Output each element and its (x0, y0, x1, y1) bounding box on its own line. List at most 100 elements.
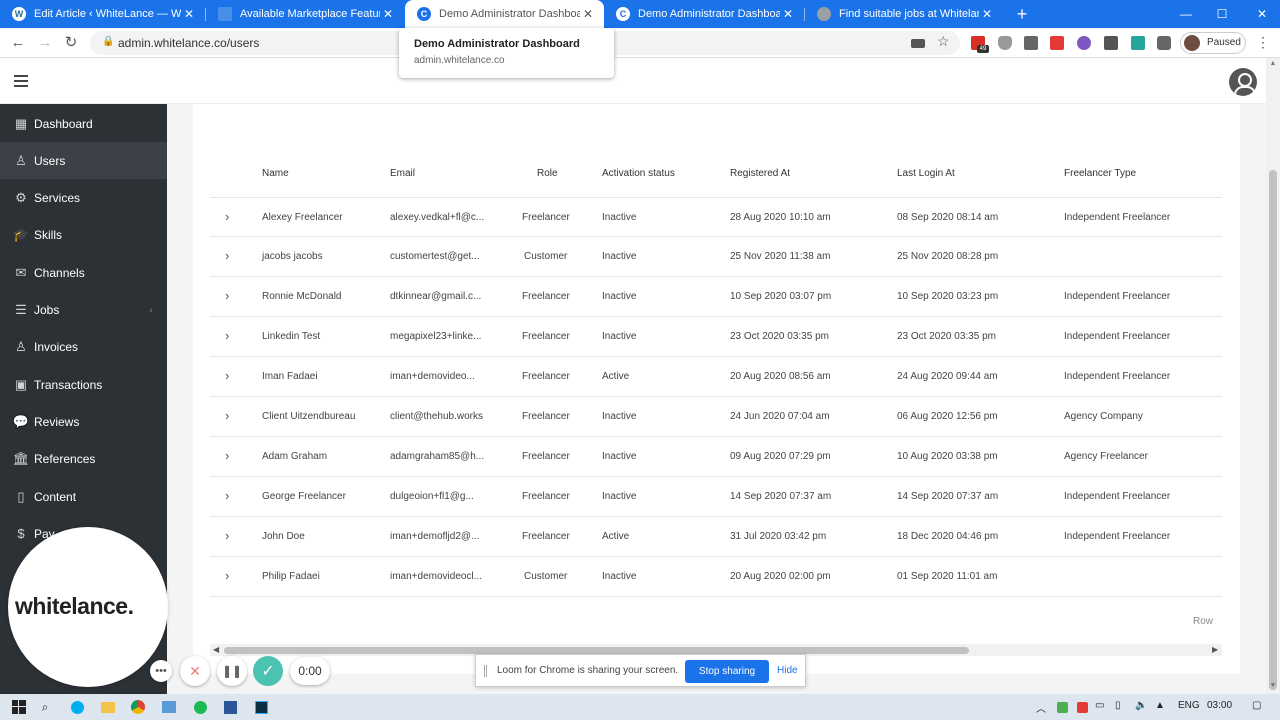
chevron-right-icon[interactable]: › (225, 209, 229, 224)
table-row[interactable]: › jacobs jacobs customertest@get... Custome… (210, 237, 1222, 277)
word-icon[interactable] (222, 699, 238, 715)
column-header-name[interactable]: Name (262, 168, 289, 179)
browser-tab[interactable]: C Demo Administrator Dashboard ✕ (604, 0, 804, 28)
column-header-freelancer-type[interactable]: Freelancer Type (1064, 168, 1136, 179)
table-row[interactable]: › Adam Graham adamgraham85@h... Freelancer I… (210, 437, 1222, 477)
drag-handle-icon[interactable] (484, 665, 487, 677)
maximize-icon[interactable]: ☐ (1204, 0, 1240, 28)
close-icon[interactable]: ✕ (580, 7, 596, 21)
language-indicator[interactable]: ENG (1178, 700, 1200, 711)
screenshot-icon[interactable] (1024, 36, 1038, 50)
scroll-up-icon[interactable]: ▲ (1269, 60, 1277, 67)
color-picker-icon[interactable] (1077, 36, 1091, 50)
extension-icon[interactable] (1104, 36, 1118, 50)
chevron-left-icon[interactable]: ‹ (150, 305, 153, 316)
finish-recording-button[interactable]: ✓ (253, 656, 283, 686)
reload-icon[interactable]: ↻ (62, 34, 80, 52)
sidebar-item-jobs[interactable]: ☰ Jobs ‹ (0, 292, 167, 329)
scrollbar-thumb[interactable] (1269, 170, 1277, 690)
browser-tab-active[interactable]: C Demo Administrator Dashboard ✕ (405, 0, 604, 28)
shield-icon[interactable] (998, 36, 1012, 50)
table-row[interactable]: › George Freelancer dulgeoion+fl1@g... Free… (210, 477, 1222, 517)
app-icon[interactable] (161, 699, 177, 715)
spotify-icon[interactable] (192, 699, 208, 715)
scroll-right-icon[interactable]: ▶ (1212, 645, 1218, 654)
browser-menu-icon[interactable]: ⋮ (1256, 34, 1270, 51)
close-icon[interactable]: ✕ (181, 7, 197, 21)
notifications-icon[interactable]: ▢ (1252, 700, 1261, 711)
more-options-icon[interactable]: ••• (150, 660, 172, 682)
camera-icon[interactable] (911, 39, 925, 48)
chevron-right-icon[interactable]: › (225, 488, 229, 503)
pause-recording-button[interactable]: ❚❚ (217, 656, 247, 686)
battery-icon[interactable]: ▯ (1115, 700, 1121, 711)
scrollbar-thumb[interactable] (224, 647, 969, 654)
chevron-right-icon[interactable]: › (225, 368, 229, 383)
new-tab-button[interactable]: + (1012, 4, 1032, 24)
loom-camera-bubble[interactable]: whitelance. (8, 527, 168, 687)
cancel-recording-button[interactable]: ✕ (180, 656, 210, 686)
profile-button[interactable]: Paused (1180, 32, 1246, 54)
sidebar-item-invoices[interactable]: ♙ Invoices (0, 329, 167, 366)
user-avatar-icon[interactable] (1229, 68, 1257, 96)
window-close-icon[interactable]: ✕ (1244, 0, 1280, 28)
chevron-right-icon[interactable]: › (225, 248, 229, 263)
hamburger-menu-icon[interactable] (14, 75, 28, 87)
column-header-role[interactable]: Role (537, 168, 558, 179)
clock[interactable]: 03:00 (1207, 700, 1232, 711)
table-row[interactable]: › Iman Fadaei iman+demovideo... Freelancer A… (210, 357, 1222, 397)
chevron-right-icon[interactable]: › (225, 448, 229, 463)
chevron-right-icon[interactable]: › (225, 408, 229, 423)
pdf-icon[interactable] (1050, 36, 1064, 50)
sidebar-item-transactions[interactable]: ▣ Transactions (0, 366, 167, 403)
browser-tab[interactable]: W Edit Article ‹ WhiteLance — Wor ✕ (0, 0, 205, 28)
sidebar-item-skills[interactable]: 🎓 Skills (0, 217, 167, 254)
tray-chevron-icon[interactable]: ︿ (1036, 700, 1046, 715)
search-icon[interactable]: ⌕ (37, 699, 53, 715)
star-icon[interactable]: ☆ (937, 33, 951, 49)
table-row[interactable]: › Client Uitzendbureau client@thehub.works… (210, 397, 1222, 437)
photoshop-icon[interactable] (253, 699, 269, 715)
url-text[interactable]: admin.whitelance.co/users (118, 36, 259, 50)
close-icon[interactable]: ✕ (380, 7, 396, 21)
column-header-email[interactable]: Email (390, 168, 415, 179)
sidebar-item-dashboard[interactable]: ▦ Dashboard (0, 105, 167, 142)
close-icon[interactable]: ✕ (780, 7, 796, 21)
table-row[interactable]: › John Doe iman+demofljd2@... Freelancer Act… (210, 517, 1222, 557)
back-icon[interactable]: ← (9, 34, 27, 52)
chevron-right-icon[interactable]: › (225, 568, 229, 583)
table-row[interactable]: › Philip Fadaei iman+demovideocl... Custome… (210, 557, 1222, 597)
file-explorer-icon[interactable] (100, 699, 116, 715)
extension-icon[interactable] (1131, 36, 1145, 50)
column-header-registered-at[interactable]: Registered At (730, 168, 790, 179)
sidebar-item-channels[interactable]: ✉ Channels (0, 254, 167, 291)
scroll-left-icon[interactable]: ◀ (213, 645, 219, 654)
sidebar-item-services[interactable]: ⚙ Services (0, 180, 167, 217)
forward-icon[interactable]: → (36, 34, 54, 52)
puzzle-icon[interactable] (1157, 36, 1171, 50)
scroll-down-icon[interactable]: ▼ (1269, 682, 1277, 689)
close-icon[interactable]: ✕ (979, 7, 995, 21)
browser-tab[interactable]: Find suitable jobs at Whitelance. ✕ (805, 0, 1003, 28)
windows-start-icon[interactable] (11, 699, 27, 715)
column-header-activation-status[interactable]: Activation status (602, 168, 675, 179)
chevron-right-icon[interactable]: › (225, 528, 229, 543)
hide-button[interactable]: Hide (777, 665, 798, 676)
tray-app-icon[interactable]: ▲ (1155, 700, 1165, 711)
minimize-icon[interactable]: — (1168, 0, 1204, 28)
sidebar-item-references[interactable]: 🏛 References (0, 441, 167, 478)
table-row[interactable]: › Alexey Freelancer alexey.vedkal+fl@c... F… (210, 197, 1222, 237)
tray-app-icon[interactable] (1074, 699, 1090, 715)
network-icon[interactable]: ▭ (1095, 700, 1104, 711)
chevron-right-icon[interactable]: › (225, 288, 229, 303)
sidebar-item-users[interactable]: ♙ Users (0, 142, 167, 180)
table-row[interactable]: › Linkedin Test megapixel23+linke... Freela… (210, 317, 1222, 357)
table-row[interactable]: › Ronnie McDonald dtkinnear@gmail.c... Free… (210, 277, 1222, 317)
chevron-right-icon[interactable]: › (225, 328, 229, 343)
stop-sharing-button[interactable]: Stop sharing (685, 660, 769, 683)
page-scrollbar[interactable]: ▲ ▼ (1266, 58, 1280, 694)
volume-icon[interactable]: 🔈 (1135, 700, 1147, 711)
tray-app-icon[interactable] (1054, 699, 1070, 715)
browser-tab[interactable]: Available Marketplace Features | ✕ (206, 0, 404, 28)
sidebar-item-content[interactable]: ▯ Content (0, 478, 167, 515)
